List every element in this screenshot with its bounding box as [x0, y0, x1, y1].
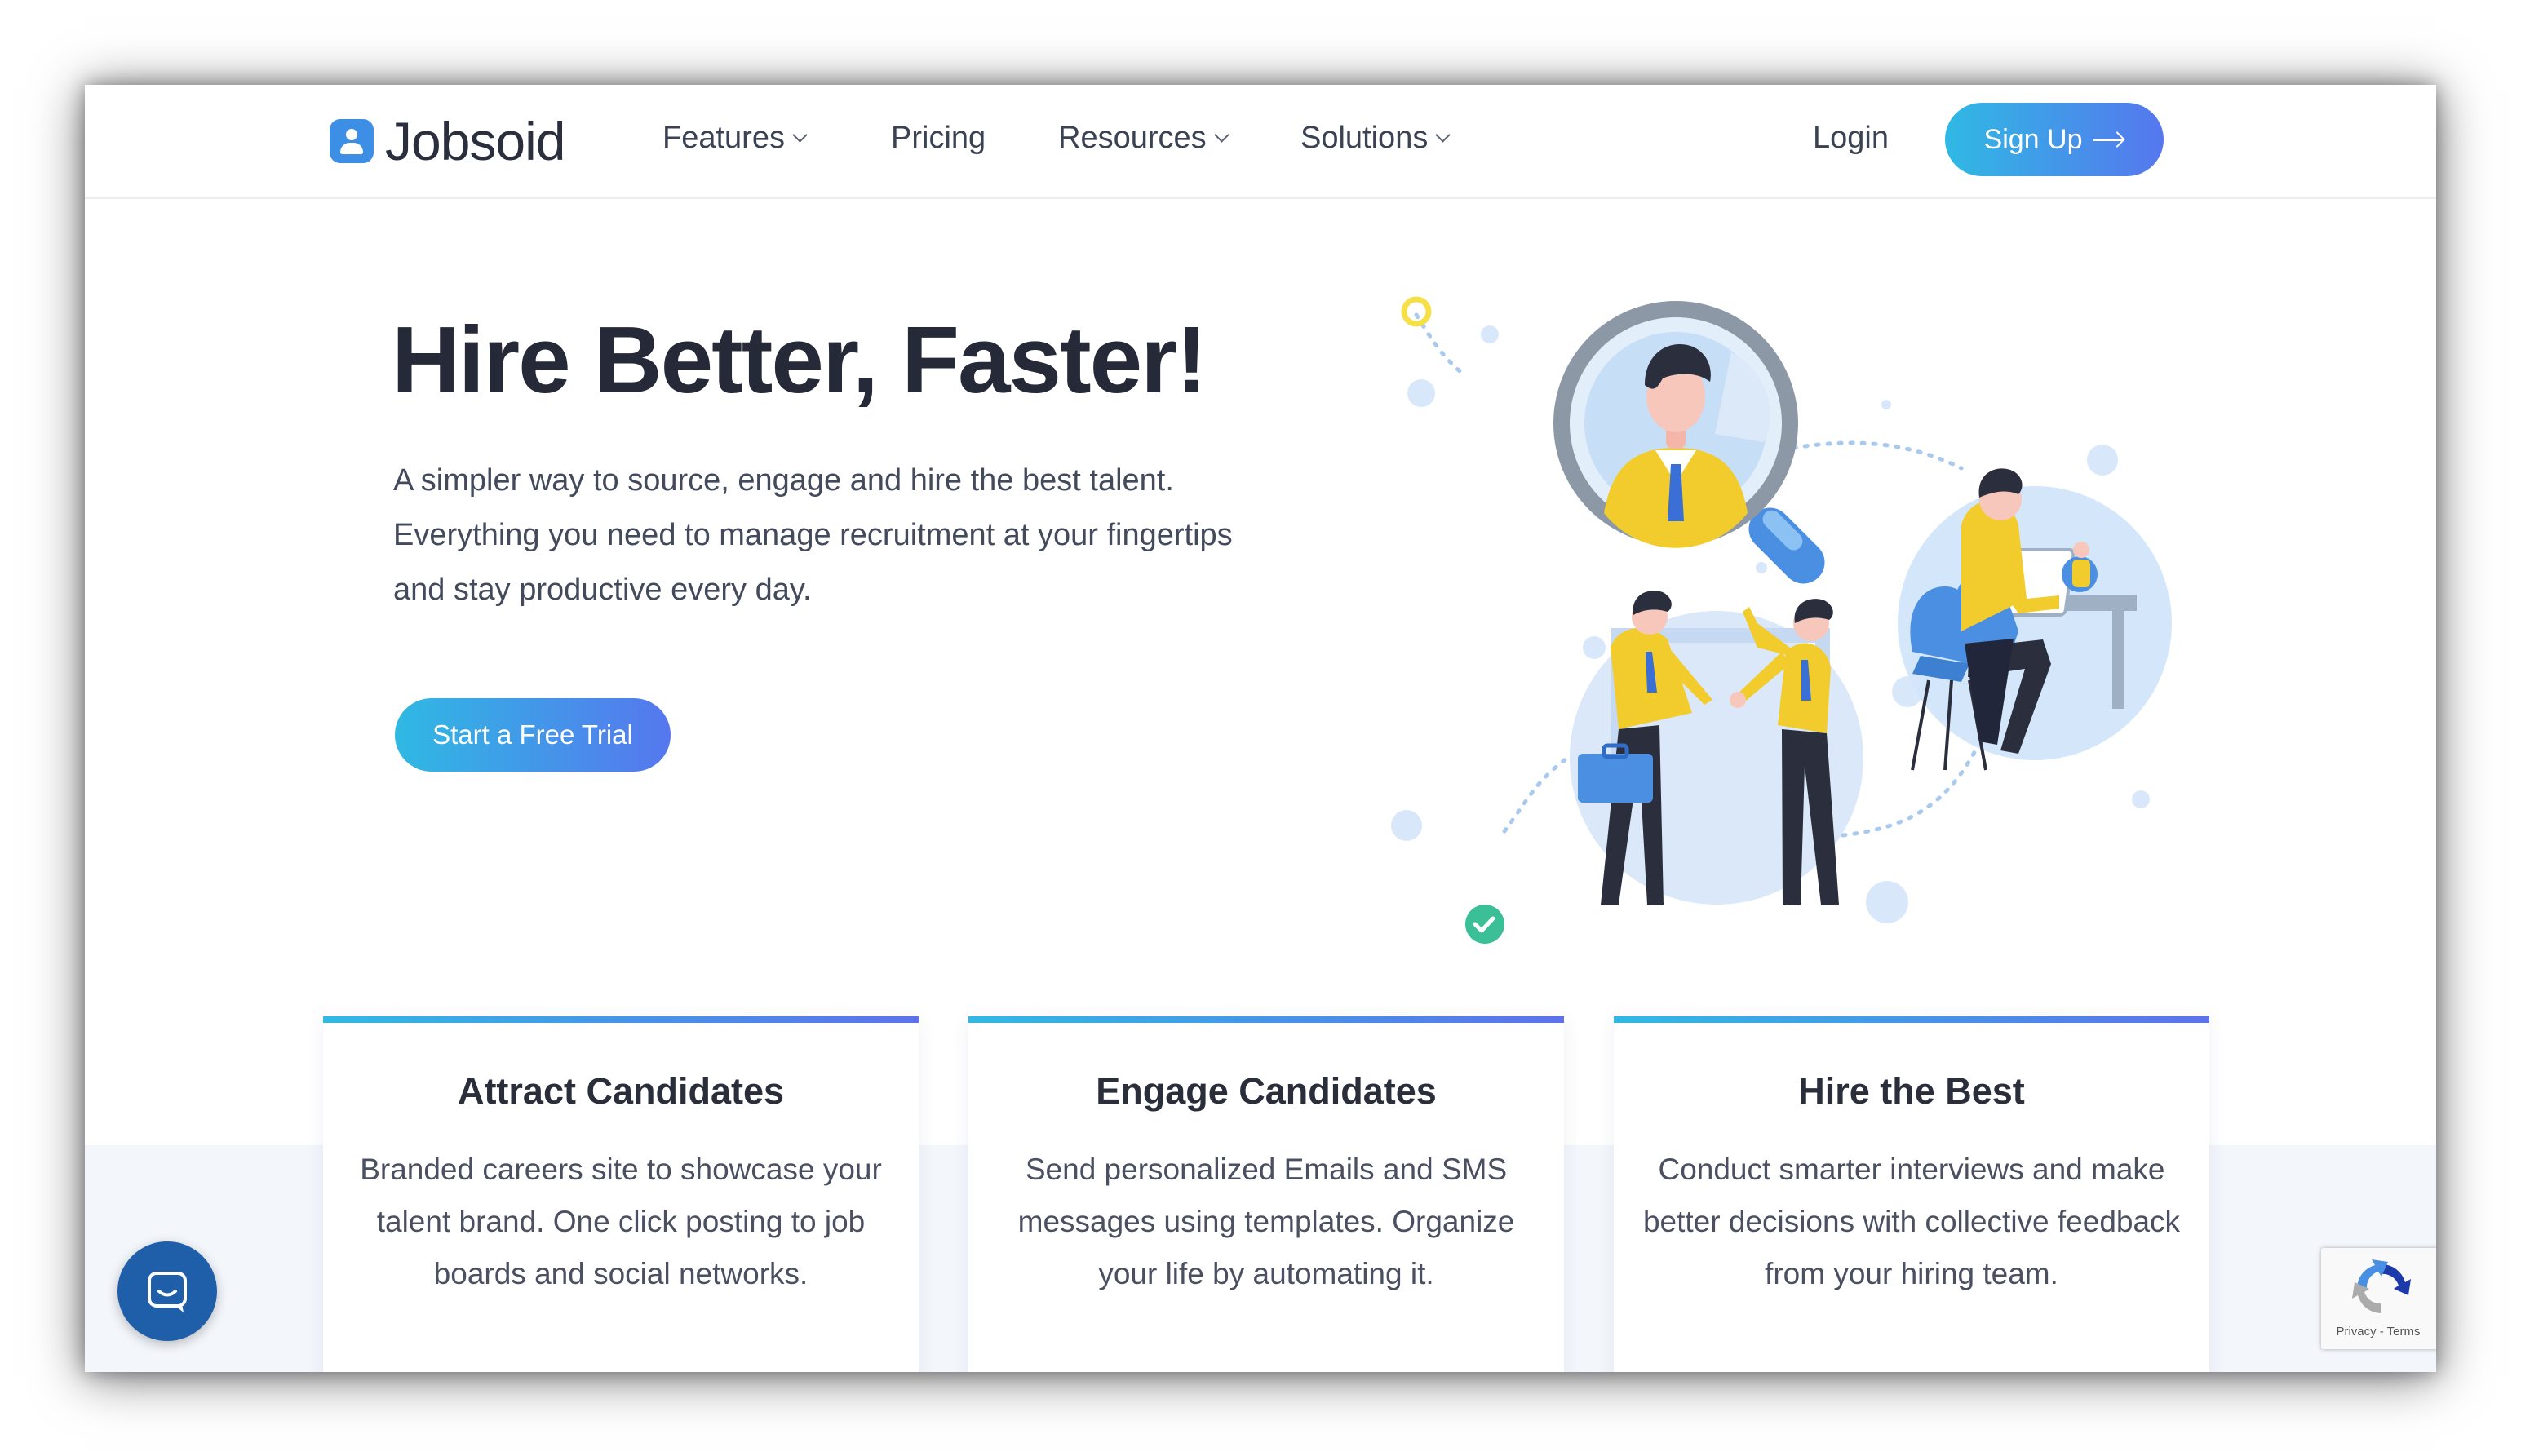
feature-card-hire: Hire the Best Conduct smarter interviews…: [1614, 1016, 2209, 1372]
arrow-right-icon: [2093, 131, 2124, 148]
nav-item-pricing[interactable]: Pricing: [891, 121, 986, 156]
recaptcha-badge[interactable]: Privacy - Terms: [2321, 1248, 2436, 1349]
hero-subtitle: A simpler way to source, engage and hire…: [393, 463, 1233, 607]
browser-page: Jobsoid Features Pricing Resources Solut…: [85, 85, 2436, 1372]
feature-title: Hire the Best: [1798, 1070, 2025, 1112]
hero-title: Hire Better, Faster!: [392, 307, 1207, 413]
feature-title: Engage Candidates: [1096, 1070, 1437, 1112]
nav-item-resources[interactable]: Resources: [1058, 121, 1229, 156]
chevron-down-icon: [1435, 127, 1451, 143]
login-link[interactable]: Login: [1813, 121, 1889, 156]
feature-card-engage: Engage Candidates Send personalized Emai…: [968, 1016, 1564, 1372]
signup-label: Sign Up: [1983, 123, 2083, 155]
start-free-trial-button[interactable]: Start a Free Trial: [395, 698, 671, 772]
brand-logo[interactable]: Jobsoid: [330, 111, 565, 171]
feature-description: Conduct smarter interviews and make bett…: [1642, 1153, 2181, 1290]
signup-button[interactable]: Sign Up: [1945, 103, 2164, 176]
hero-illustration: [1391, 296, 2172, 944]
nav-item-label: Pricing: [891, 121, 986, 155]
chevron-down-icon: [1213, 127, 1229, 143]
nav-item-solutions[interactable]: Solutions: [1300, 121, 1451, 156]
logo-icon: [330, 119, 374, 163]
nav-item-label: Solutions: [1300, 121, 1429, 155]
recaptcha-icon: [2352, 1259, 2411, 1314]
brand-name: Jobsoid: [385, 111, 565, 171]
chat-bubble-icon: [148, 1272, 187, 1312]
magnifier-icon: [1553, 301, 1825, 584]
chevron-down-icon: [792, 127, 808, 143]
feature-card-attract: Attract Candidates Branded careers site …: [323, 1016, 919, 1372]
feature-description: Send personalized Emails and SMS message…: [1017, 1153, 1515, 1290]
chat-widget-button[interactable]: [117, 1241, 217, 1341]
recaptcha-privacy-terms[interactable]: Privacy - Terms: [2321, 1325, 2435, 1339]
nav-item-label: Features: [662, 121, 785, 155]
check-icon: [1465, 905, 1504, 944]
feature-description: Branded careers site to showcase your ta…: [360, 1153, 882, 1290]
nav-item-label: Resources: [1058, 121, 1207, 155]
top-navigation: Jobsoid Features Pricing Resources Solut…: [85, 85, 2436, 199]
feature-title: Attract Candidates: [457, 1070, 785, 1112]
nav-item-features[interactable]: Features: [662, 121, 808, 156]
briefcase-icon: [1578, 754, 1653, 803]
